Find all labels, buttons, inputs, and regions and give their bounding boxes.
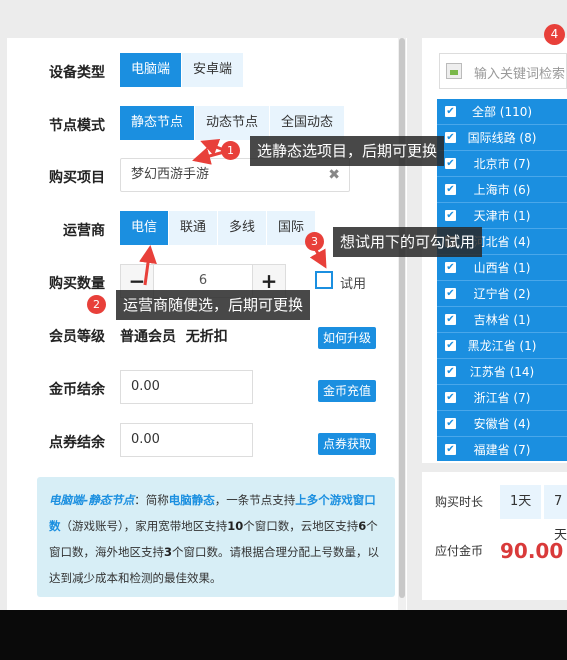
info-text: （游戏账号），家用宽带地区支持 [60,519,228,533]
check-icon[interactable]: ✔ [445,314,456,325]
annotation-tip-2: 运营商随便选，后期可更换 [116,290,311,320]
check-icon[interactable]: ✔ [445,366,456,377]
voucher-balance-label: 点券结余 [49,435,105,451]
check-icon[interactable]: ✔ [445,288,456,299]
region-item[interactable]: ✔ 上海市 (6) [437,177,567,203]
check-icon[interactable]: ✔ [445,106,456,117]
duration-option-7day[interactable]: 7天 [544,485,567,543]
check-icon[interactable]: ✔ [445,210,456,221]
annotation-badge-2: 2 [87,295,106,314]
member-level-label: 会员等级 [49,329,105,345]
region-item-label: 辽宁省 (2) [473,287,531,301]
region-item[interactable]: ✔ 国际线路 (8) [437,125,567,151]
info-keyword: 电脑静态 [168,493,215,507]
member-level-value: 普通会员 无折扣 [120,329,228,345]
check-icon[interactable]: ✔ [445,340,456,351]
region-item-label: 福建省 (7) [473,443,531,457]
region-item-label: 河北省 (4) [473,235,531,249]
region-search-input[interactable]: 输入关键词检索 [439,53,567,89]
node-option-static[interactable]: 静态节点 [120,106,196,140]
info-keyword: 3 [164,545,173,559]
region-item-label: 江苏省 (14) [469,365,535,379]
coin-recharge-button[interactable]: 金币充值 [318,380,377,402]
region-item[interactable]: ✔ 黑龙江省 (1) [437,333,567,359]
voucher-balance-field: 0.00 [120,423,253,457]
broken-image-icon [446,63,462,79]
region-item[interactable]: ✔ 安徽省 (4) [437,411,567,437]
annotation-tip-3: 想试用下的可勾试用 [333,227,483,257]
region-item-label: 上海市 (6) [473,183,531,197]
region-item[interactable]: ✔ 福建省 (7) [437,437,567,461]
bottom-bar [0,610,567,660]
operator-selector: 电信 联通 多线 国际 [120,211,317,245]
node-info-box: 电脑端-静态节点：简称电脑静态，一条节点支持上多个游戏窗口数（游戏账号），家用宽… [37,477,395,597]
info-title: 电脑端-静态节点 [49,493,135,507]
region-item[interactable]: ✔ 吉林省 (1) [437,307,567,333]
device-option-pc[interactable]: 电脑端 [120,53,183,87]
annotation-badge-1: 1 [221,141,240,160]
operator-label: 运营商 [63,223,105,239]
purchase-item-value: 梦幻西游手游 [131,167,210,182]
region-item[interactable]: ✔ 全部 (110) [437,99,567,125]
trial-checkbox[interactable] [315,271,333,289]
check-icon[interactable]: ✔ [445,262,456,273]
device-type-selector: 电脑端 安卓端 [120,53,245,87]
region-item-label: 山西省 (1) [473,261,531,275]
upgrade-button[interactable]: 如何升级 [318,327,377,349]
purchase-item-label: 购买项目 [49,170,105,186]
check-icon[interactable]: ✔ [445,392,456,403]
region-item[interactable]: ✔ 辽宁省 (2) [437,281,567,307]
operator-option-unicom[interactable]: 联通 [169,211,219,245]
annotation-tip-1: 选静态选项目，后期可更换 [250,136,445,166]
region-item-label: 吉林省 (1) [473,313,531,327]
node-mode-selector: 静态节点 动态节点 全国动态 [120,106,346,140]
device-option-android[interactable]: 安卓端 [182,53,245,87]
check-icon[interactable]: ✔ [445,132,456,143]
info-keyword: 10 [227,519,244,533]
region-item[interactable]: ✔ 天津市 (1) [437,203,567,229]
duration-label: 购买时长 [435,495,484,509]
pay-amount: 90.00 金 [500,539,567,563]
region-item-label: 浙江省 (7) [473,391,531,405]
operator-option-telecom[interactable]: 电信 [120,211,170,245]
region-list: ✔ 全部 (110) ✔ 国际线路 (8) ✔ 北京市 (7) ✔ 上海市 (6) ✔ 天津市 (… [437,99,567,461]
trial-label: 试用 [340,277,367,292]
annotation-badge-4: 4 [544,24,565,45]
coin-balance-label: 金币结余 [49,382,105,398]
region-item-label: 全部 (110) [471,105,533,119]
check-icon[interactable]: ✔ [445,158,456,169]
info-text: 个窗口数，云地区支持 [243,519,359,533]
region-item[interactable]: ✔ 山西省 (1) [437,255,567,281]
check-icon[interactable]: ✔ [445,418,456,429]
left-scrollbar[interactable] [398,38,406,610]
pay-label: 应付金币 [435,544,484,558]
node-mode-label: 节点模式 [49,118,105,134]
region-item-label: 黑龙江省 (1) [467,339,537,353]
device-type-label: 设备类型 [49,65,105,81]
left-scrollbar-thumb[interactable] [399,38,405,598]
region-item[interactable]: ✔ 江苏省 (14) [437,359,567,385]
region-item-label: 国际线路 (8) [467,131,537,145]
coin-balance-field: 0.00 [120,370,253,404]
node-option-dynamic[interactable]: 动态节点 [195,106,271,140]
region-item[interactable]: ✔ 浙江省 (7) [437,385,567,411]
voucher-get-button[interactable]: 点券获取 [318,433,377,455]
annotation-badge-3: 3 [305,232,324,251]
check-icon[interactable]: ✔ [445,444,456,455]
duration-option-1day[interactable]: 1天 [500,485,542,519]
quantity-label: 购买数量 [49,276,105,292]
region-item-label: 安徽省 (4) [473,417,531,431]
info-text: ，一条节点支持 [214,493,296,507]
region-item[interactable]: ✔ 北京市 (7) [437,151,567,177]
operator-option-multiline[interactable]: 多线 [218,211,268,245]
search-placeholder: 输入关键词检索 [474,67,566,82]
region-item-label: 天津市 (1) [473,209,531,223]
region-item-label: 北京市 (7) [473,157,531,171]
check-icon[interactable]: ✔ [445,184,456,195]
info-text: ：简称 [134,493,169,507]
node-option-national-dynamic[interactable]: 全国动态 [270,106,346,140]
